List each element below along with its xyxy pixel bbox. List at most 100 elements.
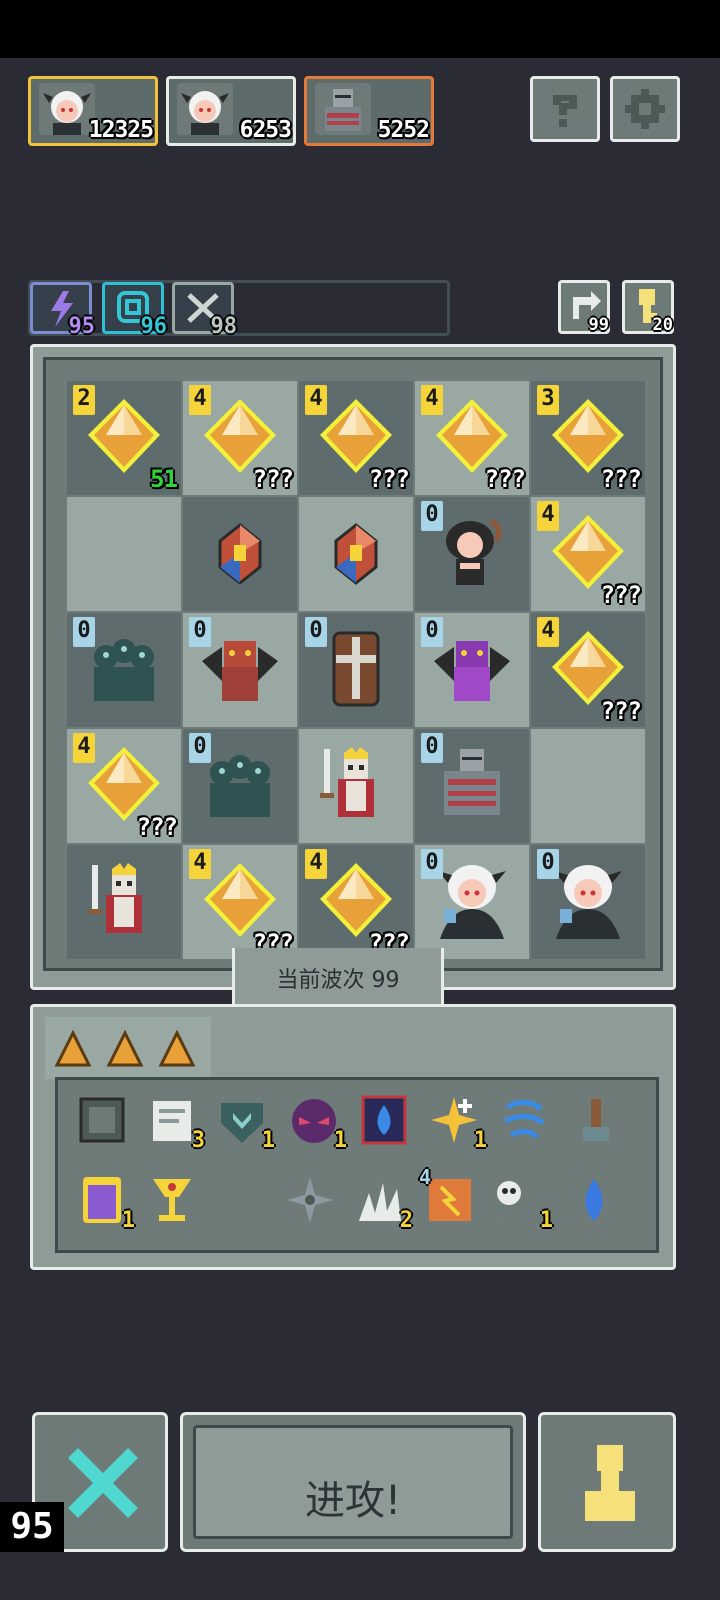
inventory-item[interactable]	[145, 1173, 199, 1227]
attack-label: 进攻!	[304, 1478, 402, 1524]
shuriken-icon	[287, 1177, 333, 1223]
board-cell-crystal[interactable]: 3???	[531, 381, 645, 495]
white-haired-girl-portrait	[39, 83, 95, 135]
tier-badge: 0	[189, 733, 211, 763]
crystal-shard-icon	[106, 1029, 144, 1067]
item-count: 1	[539, 1208, 553, 1233]
inventory-item[interactable]: 4	[419, 1165, 477, 1227]
board-cell-white-haired-girl[interactable]: 0	[531, 845, 645, 959]
key-count: 20	[652, 315, 673, 335]
enemy-score: 6253	[239, 117, 292, 143]
inventory-item[interactable]: 1	[287, 1093, 347, 1153]
inventory-item[interactable]	[283, 1173, 337, 1227]
board-cell-skeleton-king[interactable]	[299, 729, 413, 843]
white-haired-girl-portrait	[177, 83, 233, 135]
inventory-item[interactable]: 1	[75, 1173, 135, 1233]
energy-value: 95	[68, 314, 96, 339]
board-cell-crystal[interactable]: 4???	[299, 845, 413, 959]
inventory-item[interactable]	[569, 1093, 623, 1147]
pawn-icon	[585, 1445, 635, 1521]
tier-badge: 0	[537, 849, 559, 879]
board-cell-crystal[interactable]: 4???	[183, 845, 297, 959]
board-cell-hydra[interactable]: 0	[67, 613, 181, 727]
board-cell-crystal[interactable]: 4???	[531, 497, 645, 611]
quantity-label: ???	[368, 465, 410, 493]
tier-badge: 4	[305, 385, 327, 415]
crystal-shard-icon	[54, 1029, 92, 1067]
board-cell-dark-haired-girl[interactable]: 0	[415, 497, 529, 611]
close-icon	[68, 1448, 138, 1518]
board-cell-crystal[interactable]: 2 51	[67, 381, 181, 495]
tier-badge: 4	[189, 849, 211, 879]
sword-value: 98	[210, 314, 238, 339]
key-stat[interactable]: 20	[622, 280, 674, 335]
tier-badge: 0	[421, 617, 443, 647]
armored-knight-portrait	[315, 83, 371, 135]
refresh-count: 99	[588, 315, 609, 335]
inventory-item[interactable]	[75, 1093, 129, 1147]
board-cell-gem[interactable]	[183, 497, 297, 611]
empty-cell[interactable]	[531, 729, 645, 843]
energy-resource[interactable]: 95	[30, 282, 95, 339]
board-cell-red-dragon[interactable]: 0	[183, 613, 297, 727]
inventory-item[interactable]: 2	[353, 1173, 413, 1233]
board-cell-gem[interactable]	[299, 497, 413, 611]
board-cell-crystal[interactable]: 4???	[67, 729, 181, 843]
item-count: 2	[399, 1208, 413, 1233]
enemy-score: 12325	[88, 117, 154, 143]
quantity-label: ???	[252, 465, 294, 493]
tier-badge: 4	[537, 501, 559, 531]
board-cell-purple-dragon[interactable]: 0	[415, 613, 529, 727]
empty-cell[interactable]	[67, 497, 181, 611]
quantity-label: 51	[150, 465, 178, 493]
board-cell-white-haired-girl[interactable]: 0	[415, 845, 529, 959]
tier-badge: 0	[421, 501, 443, 531]
status-bar	[0, 0, 720, 58]
inventory-item[interactable]: 3	[145, 1093, 205, 1153]
board-grid: 2 51 4??? 4??? 4??? 3??? 0 4??? 0 0 0 0 4??? 4??? 0 0 4?…	[67, 381, 647, 961]
gear-icon	[625, 89, 665, 129]
board-cell-skeleton-king[interactable]	[67, 845, 181, 959]
board-cell-armored-knight[interactable]: 0	[415, 729, 529, 843]
fps-counter: 95	[0, 1502, 64, 1552]
board-cell-crystal[interactable]: 4???	[183, 381, 297, 495]
item-count: 1	[473, 1128, 487, 1153]
inventory-item[interactable]	[497, 1093, 551, 1147]
item-count: 3	[191, 1128, 205, 1153]
help-button[interactable]	[530, 76, 600, 142]
wave-label: 当前波次 99	[276, 968, 400, 993]
board-cell-crystal[interactable]: 4???	[299, 381, 413, 495]
enemy-card-3[interactable]: 5252	[304, 76, 434, 146]
game-board: 2 51 4??? 4??? 4??? 3??? 0 4??? 0 0 0 0 4??? 4??? 0 0 4?…	[30, 344, 676, 990]
tier-badge: 3	[537, 385, 559, 415]
stone-block-icon	[79, 1097, 125, 1143]
attack-button[interactable]: 进攻!	[180, 1412, 526, 1552]
board-cell-hydra[interactable]: 0	[183, 729, 297, 843]
enemy-card-1[interactable]: 12325	[28, 76, 158, 146]
inventory-item[interactable]: 1	[493, 1173, 553, 1233]
inventory-panel: 3 1 1 1 1 24 1	[30, 1004, 676, 1270]
spiral-resource[interactable]: 96	[102, 282, 167, 339]
blue-drop-icon	[585, 1179, 603, 1221]
board-cell-coffin[interactable]: 0	[299, 613, 413, 727]
pawn-button[interactable]	[538, 1412, 676, 1552]
settings-button[interactable]	[610, 76, 680, 142]
inventory-item[interactable]	[567, 1173, 621, 1227]
quantity-label: ???	[484, 465, 526, 493]
sword-resource[interactable]: 98	[172, 282, 237, 339]
board-cell-crystal[interactable]: 4???	[415, 381, 529, 495]
refresh-stat[interactable]: 99	[558, 280, 610, 335]
fire-scroll-icon	[429, 1179, 471, 1221]
enemy-card-2[interactable]: 6253	[166, 76, 296, 146]
blue-wind-icon	[503, 1100, 545, 1139]
tier-badge: 4	[189, 385, 211, 415]
inventory-item[interactable]	[357, 1093, 411, 1147]
tier-badge: 0	[305, 617, 327, 647]
inventory-item[interactable]: 1	[215, 1093, 275, 1153]
tier-badge: 0	[73, 617, 95, 647]
inventory-item[interactable]: 1	[427, 1093, 487, 1153]
item-count: 1	[261, 1128, 275, 1153]
enemy-score: 5252	[377, 117, 430, 143]
board-cell-crystal[interactable]: 4???	[531, 613, 645, 727]
skeleton-king-icon	[88, 863, 142, 933]
